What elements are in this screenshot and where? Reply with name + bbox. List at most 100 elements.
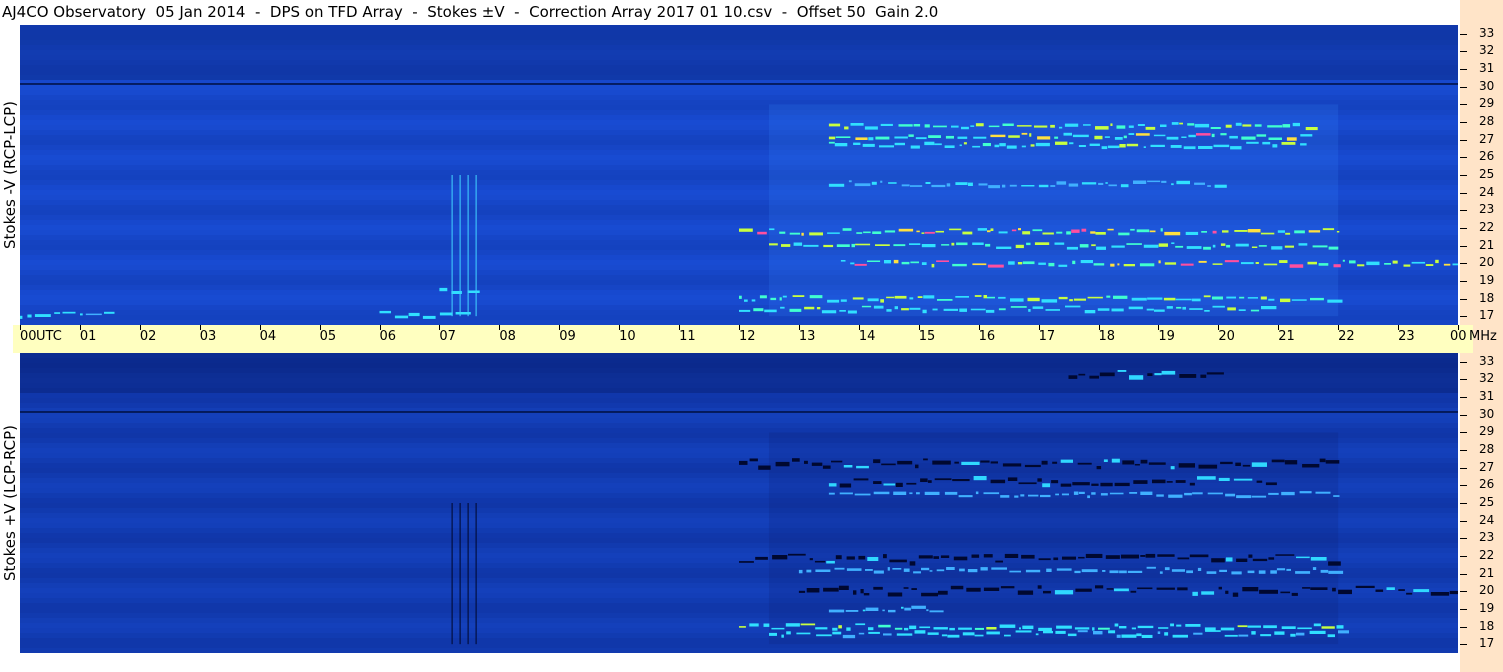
signal-band-segment bbox=[909, 243, 921, 245]
signal-band-segment bbox=[954, 461, 959, 464]
signal-band-segment bbox=[1078, 373, 1086, 376]
time-tick-label: 04 bbox=[259, 329, 277, 344]
signal-band-segment bbox=[1236, 558, 1248, 562]
frequency-tick-label: 30 bbox=[1479, 406, 1495, 421]
signal-band-segment bbox=[1016, 125, 1032, 127]
frequency-tick-label: 27 bbox=[1479, 131, 1495, 146]
signal-band-segment bbox=[827, 232, 840, 234]
time-tick-mark bbox=[319, 325, 321, 330]
signal-band-segment bbox=[1019, 627, 1021, 630]
signal-band-segment bbox=[785, 623, 800, 627]
signal-band-segment bbox=[1170, 145, 1182, 148]
signal-band-segment bbox=[1252, 558, 1268, 562]
signal-band-segment bbox=[1145, 126, 1156, 130]
signal-band-segment bbox=[988, 125, 1000, 128]
signal-band-segment bbox=[1078, 491, 1085, 494]
signal-band-segment bbox=[995, 560, 1003, 563]
signal-band-segment bbox=[923, 295, 935, 299]
signal-band-segment bbox=[858, 555, 866, 560]
signal-band-segment bbox=[1172, 634, 1188, 638]
signal-band-segment bbox=[1072, 482, 1090, 486]
signal-band-segment bbox=[1285, 232, 1291, 235]
time-tick-label: 06 bbox=[379, 329, 397, 344]
frequency-tick-label: 23 bbox=[1479, 202, 1495, 217]
signal-band-segment bbox=[798, 569, 803, 574]
time-tick-mark bbox=[1158, 325, 1160, 330]
signal-band-segment bbox=[1247, 297, 1258, 299]
signal-band-segment bbox=[1032, 229, 1043, 232]
signal-band-segment bbox=[1206, 372, 1224, 375]
signal-band-segment bbox=[821, 310, 837, 314]
signal-band-segment bbox=[1117, 370, 1127, 372]
signal-band-segment bbox=[879, 145, 894, 148]
daytime-activity-region bbox=[768, 104, 1339, 317]
signal-band-segment bbox=[909, 297, 914, 300]
signal-band-segment bbox=[1308, 230, 1321, 233]
signal-band-segment bbox=[828, 483, 837, 487]
signal-band-segment bbox=[1220, 627, 1235, 631]
signal-band-segment bbox=[861, 305, 872, 308]
signal-band-segment bbox=[1168, 494, 1183, 498]
frequency-tick-label: 28 bbox=[1479, 114, 1495, 129]
signal-band-segment bbox=[864, 126, 878, 130]
time-tick-mark bbox=[1038, 325, 1040, 330]
signal-band-segment bbox=[1133, 480, 1148, 484]
signal-band-segment bbox=[1100, 493, 1108, 496]
shade-stripe bbox=[20, 398, 1458, 403]
signal-band-segment bbox=[1218, 477, 1230, 481]
signal-band-segment bbox=[1318, 263, 1329, 266]
signal-band-segment bbox=[1206, 571, 1217, 574]
signal-band-segment bbox=[1192, 591, 1198, 596]
frequency-tick-label: 23 bbox=[1479, 530, 1495, 545]
signal-band-segment bbox=[994, 144, 1000, 148]
frequency-tick-label: 29 bbox=[1479, 96, 1495, 111]
signal-band-segment bbox=[959, 568, 965, 572]
signal-band-segment bbox=[924, 231, 935, 234]
signal-band-segment bbox=[1000, 495, 1010, 498]
vertical-burst-streak bbox=[467, 503, 469, 645]
shade-stripe bbox=[20, 95, 1458, 100]
signal-band-segment bbox=[1034, 242, 1050, 245]
signal-band-segment bbox=[853, 590, 857, 595]
signal-band-segment bbox=[927, 632, 939, 635]
top-spectrogram bbox=[20, 25, 1458, 325]
signal-band-segment bbox=[1114, 137, 1123, 140]
signal-band-segment bbox=[1056, 568, 1072, 571]
signal-band-segment bbox=[1171, 242, 1175, 244]
signal-band-segment bbox=[840, 299, 847, 302]
signal-band-segment bbox=[1154, 373, 1162, 376]
signal-band-segment bbox=[34, 314, 51, 317]
signal-band-segment bbox=[1054, 136, 1059, 139]
signal-band-segment bbox=[894, 295, 907, 299]
signal-band-segment bbox=[856, 465, 869, 469]
signal-band-segment bbox=[1038, 558, 1051, 561]
signal-band-segment bbox=[1449, 590, 1458, 595]
signal-band-segment bbox=[1022, 261, 1035, 265]
signal-band-segment bbox=[1085, 553, 1103, 558]
signal-band-segment bbox=[886, 296, 895, 299]
signal-band-segment bbox=[1059, 126, 1063, 129]
signal-band-segment bbox=[854, 263, 867, 266]
bottom-frequency-ticks: 33 32 31 30 29 28 27 26 25 24 23 22 21 20 19 18 17 bbox=[1460, 353, 1503, 653]
signal-band-segment bbox=[1332, 587, 1336, 592]
signal-band-segment bbox=[1126, 243, 1142, 245]
signal-band-segment bbox=[987, 264, 1004, 268]
signal-band-segment bbox=[1241, 262, 1254, 265]
signal-band-segment bbox=[1117, 263, 1120, 266]
signal-band-segment bbox=[1002, 123, 1014, 126]
signal-band-segment bbox=[990, 228, 994, 231]
signal-band-segment bbox=[1205, 630, 1221, 632]
frequency-tick-label: 18 bbox=[1479, 290, 1495, 305]
signal-band-segment bbox=[1187, 123, 1195, 126]
bottom-panel-label-wrapper: Stokes +V (LCP-RCP) bbox=[0, 353, 20, 653]
signal-band-segment bbox=[1158, 627, 1169, 629]
signal-band-segment bbox=[1188, 134, 1196, 138]
signal-band-segment bbox=[975, 123, 984, 127]
signal-band-segment bbox=[1198, 260, 1207, 263]
signal-band-segment bbox=[1281, 626, 1296, 629]
signal-band-segment bbox=[1443, 263, 1451, 266]
signal-band-segment bbox=[1210, 127, 1221, 129]
signal-band-segment bbox=[845, 610, 859, 612]
time-tick-label: 00 bbox=[1450, 329, 1467, 344]
signal-band-segment bbox=[27, 314, 32, 318]
